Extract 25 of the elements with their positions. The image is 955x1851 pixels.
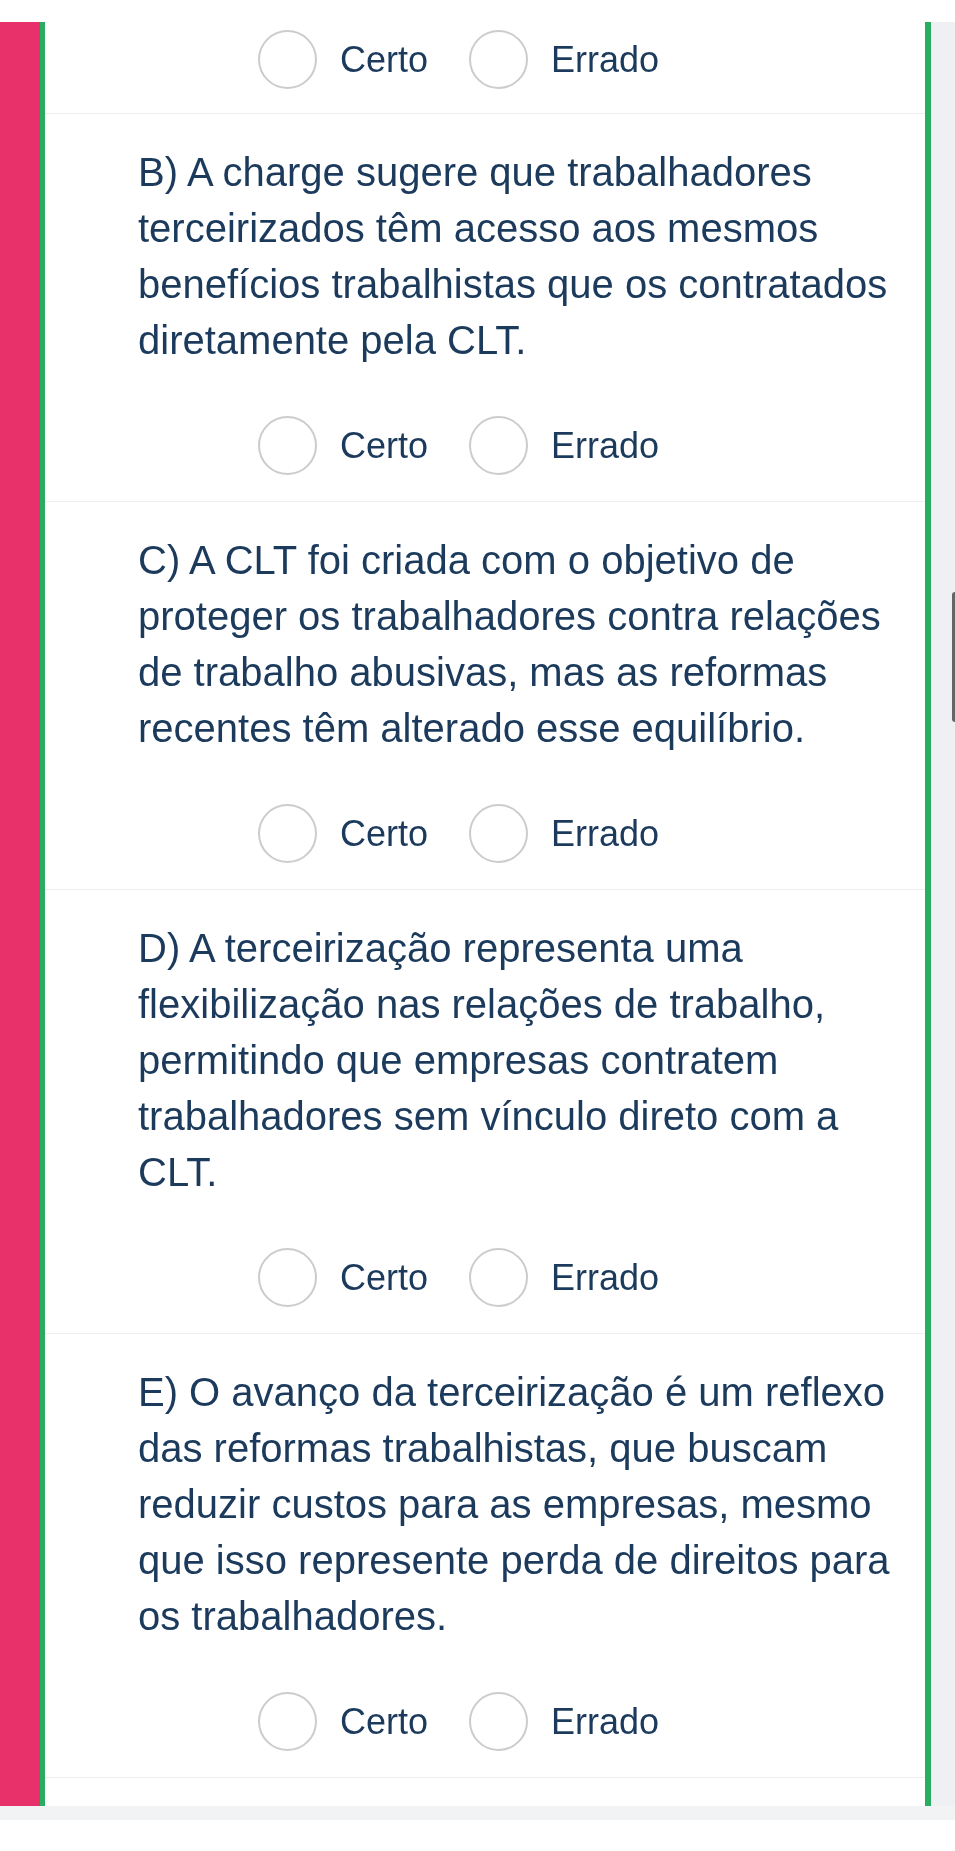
option-label: Errado bbox=[551, 812, 660, 855]
radio-button[interactable] bbox=[469, 30, 529, 89]
statement-text: C) A CLT foi criada com o objetivo de proteger os trabalhadores contra relações de trabalho abusivas, mas as reformas recentes têm alterado esse equilíbrio. bbox=[138, 537, 882, 752]
option-label: Errado bbox=[551, 1256, 660, 1299]
option-label: Certo bbox=[340, 38, 429, 81]
option-label: Certo bbox=[340, 812, 429, 855]
option-label: Errado bbox=[551, 38, 660, 81]
option-label: Certo bbox=[340, 424, 429, 467]
option-label: Certo bbox=[340, 1700, 429, 1743]
radio-button[interactable] bbox=[469, 416, 529, 475]
radio-button[interactable] bbox=[469, 804, 529, 863]
statement-text: B) A charge sugere que trabalhadores terceirizados têm acesso aos mesmos benefícios trabalhistas que os contratados diretamente pela CLT. bbox=[138, 149, 889, 364]
radio-button[interactable] bbox=[469, 1248, 529, 1307]
radio-button[interactable] bbox=[469, 1692, 529, 1751]
option-label: Certo bbox=[340, 1256, 429, 1299]
option-label: Errado bbox=[551, 1700, 660, 1743]
radio-button[interactable] bbox=[258, 416, 317, 475]
statement-text: E) O avanço da terceirização é um reflexo das reformas trabalhistas, que buscam reduzir custos para as empresas, mesmo que isso represente perda de direitos para os trabalhadores. bbox=[138, 1369, 891, 1640]
option-label: Errado bbox=[551, 424, 660, 467]
statement-text: D) A terceirização representa uma flexibilização nas relações de trabalho, permitindo que empresas contratem trabalhadores sem vínculo direto com a CLT. bbox=[138, 925, 840, 1196]
radio-button[interactable] bbox=[258, 30, 317, 89]
scrollbar-thumb[interactable] bbox=[952, 592, 955, 722]
radio-button[interactable] bbox=[258, 1248, 317, 1307]
radio-button[interactable] bbox=[258, 1692, 317, 1751]
radio-button[interactable] bbox=[258, 804, 317, 863]
